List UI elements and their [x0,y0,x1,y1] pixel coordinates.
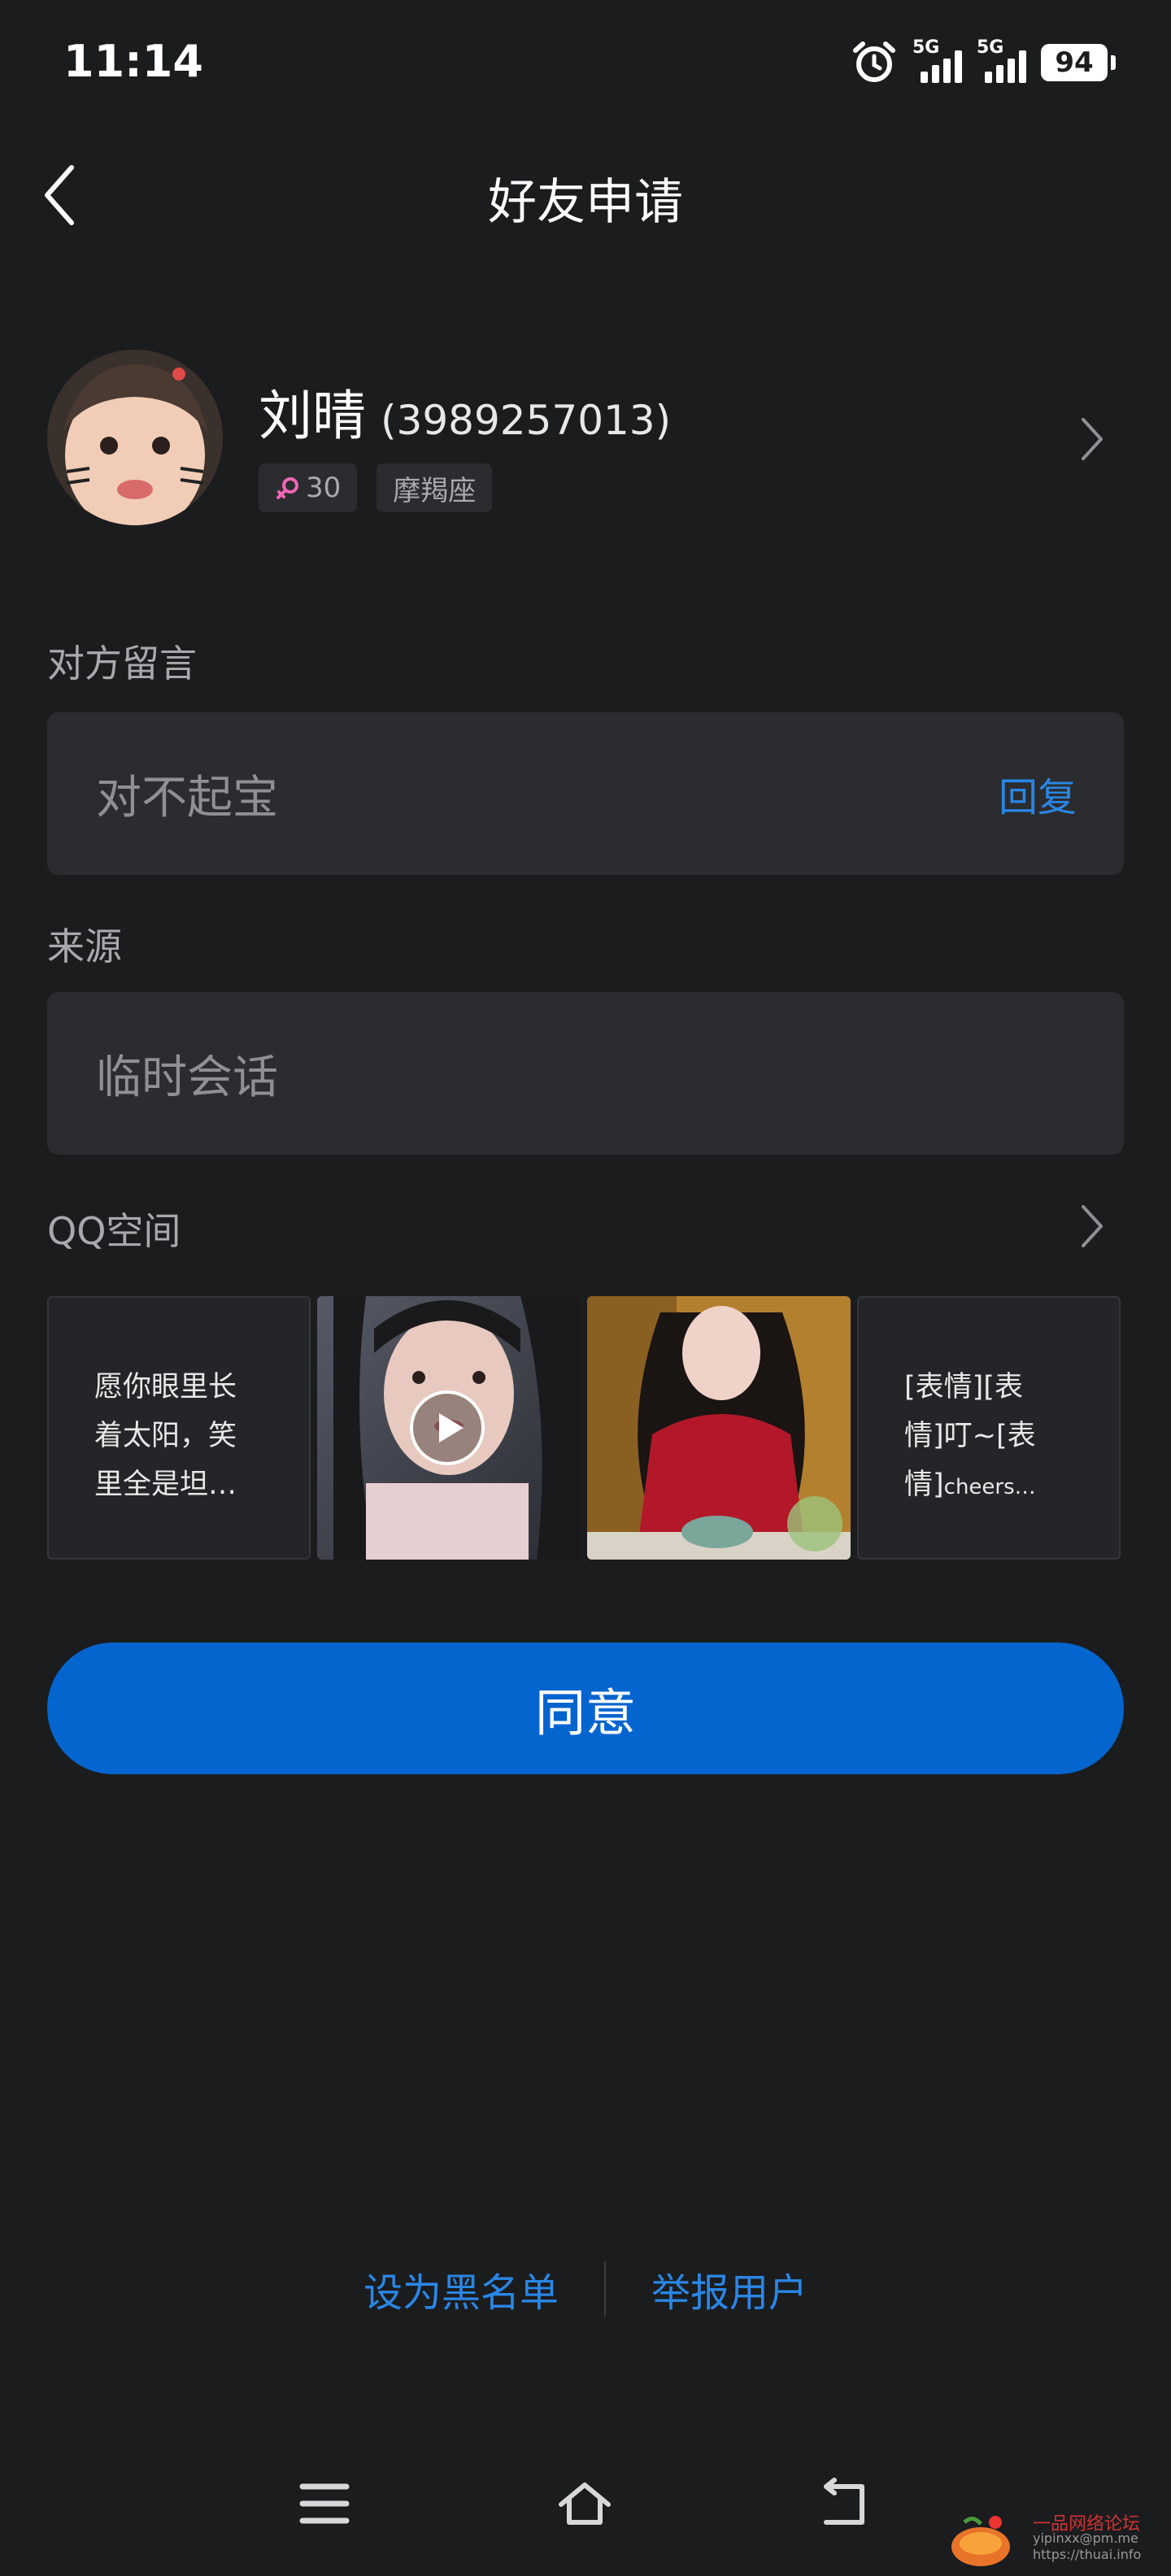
status-icons: 5G 5G 94 [851,37,1116,86]
signal-icon-sim2: 5G [977,37,1026,83]
message-text: 对不起宝 [96,771,278,825]
qzone-post-video[interactable] [317,1296,581,1560]
message-section-label: 对方留言 [47,642,197,685]
age-label: 30 [306,472,342,504]
network-type-1: 5G [912,37,940,58]
network-type-2: 5G [977,37,1004,58]
battery-level: 94 [1055,46,1094,79]
constellation-label: 摩羯座 [393,474,477,507]
profile-chevron-right-icon[interactable] [1078,416,1104,462]
source-text: 临时会话 [96,1051,278,1104]
source-box: 临时会话 [47,992,1124,1155]
status-bar: 11:14 5G 5G 94 [0,0,1171,130]
source-section-label: 来源 [47,925,122,968]
agree-button[interactable]: 同意 [47,1643,1124,1774]
avatar[interactable] [47,350,223,525]
divider [604,2261,606,2317]
qzone-grid: 愿你眼里长 着太阳，笑 里全是坦… [表情][表 情]叮~[表 情]cheers… [47,1296,1121,1560]
page-title: 好友申请 [488,174,683,231]
qzone-post-photo[interactable] [587,1296,851,1560]
profile-name: 刘晴 [259,385,366,447]
profile-tags: 30 摩羯座 [259,463,493,512]
profile-name-row: 刘晴 (3989257013) [259,372,671,450]
back-nav-icon[interactable] [818,2477,872,2530]
signal-icon-sim1: 5G [912,37,962,83]
battery-icon: 94 [1041,44,1116,81]
qzone-section-label[interactable]: QQ空间 [47,1202,181,1255]
bottom-actions: 设为黑名单 举报用户 [0,2261,1171,2317]
constellation-tag: 摩羯座 [377,463,493,512]
profile-qq-number: (3989257013) [381,397,672,444]
message-box: 对不起宝 回复 [47,712,1124,875]
qzone-post-text-2[interactable]: [表情][表 情]叮~[表 情]cheers… [857,1296,1121,1560]
play-icon [410,1390,485,1465]
gender-age-tag: 30 [259,463,358,512]
blacklist-button[interactable]: 设为黑名单 [363,2261,559,2317]
qzone-chevron-right-icon[interactable] [1078,1203,1104,1249]
status-time: 11:14 [63,36,203,87]
menu-icon[interactable] [298,2477,351,2530]
female-icon [276,477,298,499]
home-icon[interactable] [558,2477,612,2530]
reply-button[interactable]: 回复 [999,712,1077,875]
alarm-icon [853,41,895,82]
watermark-line1: yipinxx@pm.me [1033,2530,1138,2546]
photo-thumbnail [587,1296,851,1560]
watermark-line2: https://thuai.info [1033,2547,1142,2562]
qzone-post-text-1[interactable]: 愿你眼里长 着太阳，笑 里全是坦… [47,1296,311,1560]
report-user-button[interactable]: 举报用户 [651,2261,808,2317]
watermark-logo [951,2516,1010,2566]
